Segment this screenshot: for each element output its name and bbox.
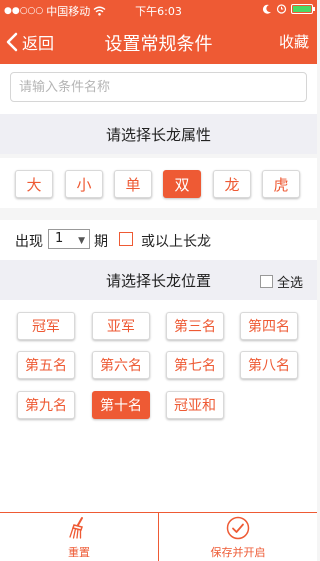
select-all-label: 全选	[276, 276, 303, 291]
battery-icon	[291, 3, 315, 14]
pos-option-2[interactable]: 亚军	[92, 312, 150, 340]
or-more-label: 或以上长龙	[141, 234, 211, 250]
attr-option-big[interactable]: 大	[15, 170, 53, 198]
save-label: 保存并开启	[210, 545, 266, 559]
attribute-section-header: 请选择长龙属性	[0, 114, 317, 154]
pos-option-4[interactable]: 第四名	[240, 312, 298, 340]
period-suffix-label: 期	[94, 234, 108, 250]
battery-fill	[293, 5, 311, 12]
pos-option-10[interactable]: 第十名	[92, 391, 150, 419]
attr-option-dragon[interactable]: 龙	[213, 170, 251, 198]
attr-option-odd[interactable]: 单	[114, 170, 152, 198]
broom-icon	[69, 516, 83, 539]
attr-option-tiger[interactable]: 虎	[262, 170, 300, 198]
position-options: 冠军 亚军 第三名 第四名 第五名 第六名 第七名 第八名 第九名 第十名 冠亚…	[0, 300, 317, 512]
pos-option-5[interactable]: 第五名	[17, 351, 75, 379]
pos-option-9[interactable]: 第九名	[17, 391, 75, 419]
select-all-checkbox[interactable]	[259, 275, 273, 288]
page-title: 设置常规条件	[104, 34, 213, 55]
alarm-icon	[276, 4, 287, 14]
status-bar: ●●○○○ 中国移动 下午6:03	[0, 0, 317, 20]
condition-name-input[interactable]	[10, 72, 307, 102]
select-all-toggle[interactable]: 全选	[259, 272, 303, 291]
reset-label: 重置	[68, 545, 90, 559]
pos-option-8[interactable]: 第八名	[240, 351, 298, 379]
status-right	[262, 3, 315, 14]
pos-option-6[interactable]: 第六名	[92, 351, 150, 379]
bottom-toolbar: 重置 保存并开启	[0, 512, 317, 561]
favorite-button[interactable]: 收藏	[279, 31, 309, 52]
pos-option-sum[interactable]: 冠亚和	[166, 391, 224, 419]
condition-name-section	[0, 64, 317, 114]
reset-button[interactable]: 重置	[0, 513, 158, 561]
pos-option-7[interactable]: 第七名	[166, 351, 224, 379]
moon-icon	[262, 4, 271, 14]
period-row: 出现 1 ▼ 期 或以上长龙	[0, 220, 317, 260]
check-circle-icon	[226, 516, 250, 539]
pos-option-3[interactable]: 第三名	[166, 312, 224, 340]
attr-option-even[interactable]: 双	[163, 170, 201, 198]
attr-option-small[interactable]: 小	[65, 170, 103, 198]
period-select-value: 1	[55, 231, 64, 246]
pos-option-1[interactable]: 冠军	[17, 312, 75, 340]
save-and-enable-button[interactable]: 保存并开启	[159, 513, 317, 561]
or-more-checkbox[interactable]	[119, 232, 133, 246]
period-prefix-label: 出现	[15, 234, 43, 250]
period-select[interactable]: 1 ▼	[48, 229, 90, 249]
attribute-options: 大 小 单 双 龙 虎	[0, 158, 317, 208]
navigation-bar: 返回 设置常规条件 收藏	[0, 20, 317, 64]
triangle-down-icon: ▼	[78, 236, 85, 246]
